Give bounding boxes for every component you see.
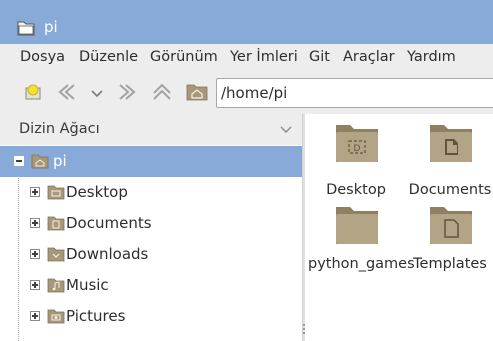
forward-icon[interactable] — [116, 82, 138, 106]
menu-araclar[interactable]: Araçlar — [343, 49, 395, 65]
window-title: pi — [44, 18, 58, 36]
documents-folder-icon — [428, 122, 474, 168]
tree-item-label: pi — [53, 152, 67, 170]
toolbar — [0, 72, 493, 114]
svg-text:D: D — [354, 144, 361, 154]
expand-icon[interactable] — [30, 187, 40, 197]
panel-mode-label: Dizin Ağacı — [19, 121, 100, 137]
collapse-icon[interactable] — [14, 156, 24, 166]
downloads-folder-icon — [47, 247, 65, 266]
file-item-label: Desktop — [326, 182, 386, 198]
expand-icon[interactable] — [30, 249, 40, 259]
tree-item-label: Music — [66, 276, 109, 294]
tree-item-label: Pictures — [66, 307, 126, 325]
home-folder-icon — [31, 154, 49, 173]
tree-item-label: Downloads — [66, 245, 149, 263]
folder-icon — [334, 204, 380, 250]
back-icon[interactable] — [56, 82, 78, 106]
desktop-folder-icon: D — [334, 122, 380, 168]
path-bar[interactable] — [216, 78, 493, 108]
new-tab-icon[interactable] — [24, 82, 44, 106]
tree-item-downloads[interactable]: Downloads — [0, 239, 302, 270]
tree-item-documents[interactable]: Documents — [0, 208, 302, 239]
file-item-label: Documents — [408, 182, 492, 198]
title-bar: pi — [0, 0, 493, 44]
folder-icon — [17, 20, 35, 40]
menu-duzenle[interactable]: Düzenle — [79, 49, 138, 65]
menu-bar: Dosya Düzenle Görünüm Yer İmleri Git Ara… — [0, 44, 493, 72]
menu-git[interactable]: Git — [309, 49, 330, 65]
history-dropdown-icon[interactable] — [91, 87, 103, 103]
documents-folder-icon — [47, 216, 65, 235]
pictures-folder-icon — [47, 309, 65, 328]
menu-yer-imleri[interactable]: Yer İmleri — [230, 49, 298, 65]
menu-dosya[interactable]: Dosya — [20, 49, 65, 65]
desktop-folder-icon — [47, 185, 65, 204]
music-folder-icon — [47, 278, 65, 297]
chevron-down-icon[interactable] — [280, 123, 292, 139]
tree-item-music[interactable]: Music — [0, 270, 302, 301]
tree-item-label: Desktop — [66, 183, 128, 201]
tree-item-pictures[interactable]: Pictures — [0, 301, 302, 332]
up-icon[interactable] — [151, 81, 173, 107]
tree-item-home[interactable]: pi — [0, 146, 302, 177]
directory-tree-panel: Dizin Ağacı pi Desktop Documents Downloa… — [0, 114, 302, 341]
menu-gorunum[interactable]: Görünüm — [150, 49, 218, 65]
home-icon[interactable] — [186, 83, 208, 105]
file-item-label: Templates — [413, 256, 487, 272]
tree-item-label: Documents — [66, 214, 152, 232]
panel-mode-selector[interactable]: Dizin Ağacı — [0, 114, 302, 145]
expand-icon[interactable] — [30, 218, 40, 228]
path-input[interactable] — [217, 79, 493, 107]
file-item-label: python_games — [308, 256, 415, 272]
menu-yardim[interactable]: Yardım — [407, 49, 456, 65]
templates-folder-icon — [428, 204, 474, 250]
file-view: D Desktop Documents python_games Templat… — [305, 114, 493, 341]
expand-icon[interactable] — [30, 280, 40, 290]
tree-item-desktop[interactable]: Desktop — [0, 177, 302, 208]
expand-icon[interactable] — [30, 311, 40, 321]
